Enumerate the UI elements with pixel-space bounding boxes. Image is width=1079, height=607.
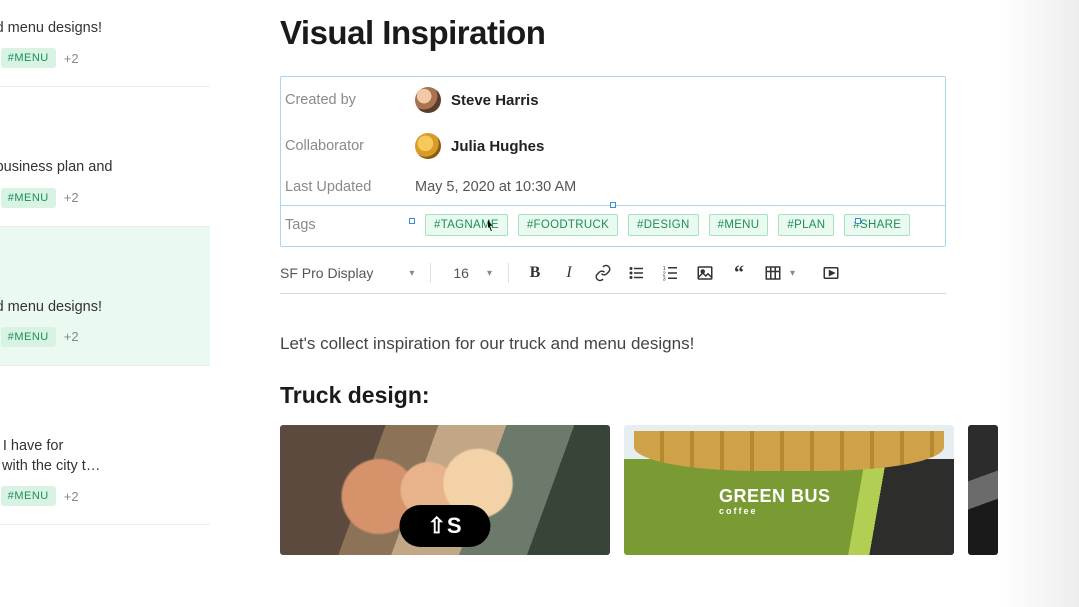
- bold-icon[interactable]: B: [525, 263, 545, 283]
- tag-input[interactable]: #TAGNAME: [425, 214, 508, 236]
- card-tags: ESIGN #MENU +2: [0, 486, 196, 506]
- italic-icon[interactable]: I: [559, 263, 579, 283]
- meta-tags-row[interactable]: Tags #TAGNAME #FOODTRUCK #DESIGN #MENU #…: [281, 206, 945, 236]
- last-updated-value: May 5, 2020 at 10:30 AM: [415, 179, 576, 195]
- tag-more-count: +2: [62, 489, 79, 504]
- video-icon[interactable]: ▾: [821, 263, 841, 283]
- card-snippet: ne ideas I have for to check with the ci…: [0, 436, 196, 477]
- bullet-list-icon[interactable]: [627, 263, 647, 283]
- sidebar-card-active[interactable]: truck and menu designs! ESIGN #MENU +2: [0, 227, 210, 366]
- chevron-down-icon: ▾: [790, 268, 795, 279]
- body-intro[interactable]: Let's collect inspiration for our truck …: [280, 334, 1079, 354]
- shortcut-overlay: ⇧S: [399, 505, 490, 547]
- tag-chip[interactable]: #MENU: [1, 48, 56, 68]
- selection-handle-icon[interactable]: [409, 218, 415, 224]
- shortcut-label: ⇧S: [427, 513, 462, 539]
- sidebar-card[interactable]: truck and menu designs! ESIGN #MENU +2: [0, 0, 210, 87]
- creator-name[interactable]: Steve Harris: [451, 92, 539, 109]
- tag-chip[interactable]: #MENU: [709, 214, 769, 236]
- card-snippet: ack our business plan and: [0, 157, 196, 177]
- link-icon[interactable]: [593, 263, 613, 283]
- format-toolbar: SF Pro Display ▾ 16 ▾ B I 123 “ ▾: [280, 259, 946, 294]
- tag-chip[interactable]: #PLAN: [778, 214, 834, 236]
- main-content: Visual Inspiration Created by Steve Harr…: [212, 0, 1079, 607]
- meta-last-updated: Last Updated May 5, 2020 at 10:30 AM: [281, 169, 945, 205]
- chevron-down-icon: ▾: [409, 268, 414, 279]
- truck-name-label: GREEN BUS coffee: [719, 487, 831, 516]
- gallery-image[interactable]: GREEN BUS coffee: [624, 425, 954, 555]
- quote-icon[interactable]: “: [729, 263, 749, 283]
- gallery-image[interactable]: [968, 425, 998, 555]
- sidebar: truck and menu designs! ESIGN #MENU +2 a…: [0, 0, 210, 607]
- tag-chip[interactable]: #MENU: [1, 188, 56, 208]
- avatar[interactable]: [415, 87, 441, 113]
- font-family-value: SF Pro Display: [280, 265, 373, 281]
- meta-label: Last Updated: [285, 179, 415, 195]
- image-gallery: ⇧S GREEN BUS coffee: [280, 425, 980, 555]
- meta-box[interactable]: Created by Steve Harris Collaborator Jul…: [280, 76, 946, 247]
- card-snippet: truck and menu designs!: [0, 18, 196, 38]
- section-heading[interactable]: Truck design:: [280, 382, 1079, 409]
- tag-more-count: +2: [62, 190, 79, 205]
- sidebar-card[interactable]: ack our business plan and ESIGN #MENU +2: [0, 87, 210, 226]
- meta-label: Tags: [285, 217, 415, 233]
- card-tags: ESIGN #MENU +2: [0, 327, 196, 347]
- font-size-value: 16: [453, 265, 469, 281]
- page-title[interactable]: Visual Inspiration: [280, 14, 1079, 52]
- meta-collaborator: Collaborator Julia Hughes: [281, 123, 945, 169]
- tag-chip[interactable]: #MENU: [1, 486, 56, 506]
- chevron-down-icon: ▾: [487, 268, 492, 279]
- meta-created-by: Created by Steve Harris: [281, 77, 945, 123]
- avatar[interactable]: [415, 133, 441, 159]
- tag-chip[interactable]: #DESIGN: [628, 214, 699, 236]
- gallery-image[interactable]: ⇧S: [280, 425, 610, 555]
- toolbar-separator: [430, 263, 431, 283]
- meta-label: Collaborator: [285, 138, 415, 154]
- sidebar-card[interactable]: ne ideas I have for to check with the ci…: [0, 366, 210, 526]
- collaborator-name[interactable]: Julia Hughes: [451, 138, 544, 155]
- tag-more-count: +2: [62, 329, 79, 344]
- table-icon[interactable]: ▾: [763, 263, 783, 283]
- tag-chip[interactable]: #FOODTRUCK: [518, 214, 618, 236]
- tags-row-wrapper: Tags #TAGNAME #FOODTRUCK #DESIGN #MENU #…: [281, 205, 945, 236]
- meta-label: Created by: [285, 92, 415, 108]
- tag-chip[interactable]: #MENU: [1, 327, 56, 347]
- font-size-select[interactable]: 16 ▾: [453, 265, 492, 281]
- toolbar-separator: [508, 263, 509, 283]
- selection-handle-icon[interactable]: [855, 218, 861, 224]
- card-snippet: truck and menu designs!: [0, 297, 196, 317]
- font-family-select[interactable]: SF Pro Display ▾: [280, 265, 414, 281]
- card-tags: ESIGN #MENU +2: [0, 48, 196, 68]
- svg-text:3: 3: [663, 277, 666, 283]
- image-icon[interactable]: [695, 263, 715, 283]
- numbered-list-icon[interactable]: 123: [661, 263, 681, 283]
- card-tags: ESIGN #MENU +2: [0, 188, 196, 208]
- tag-more-count: +2: [62, 51, 79, 66]
